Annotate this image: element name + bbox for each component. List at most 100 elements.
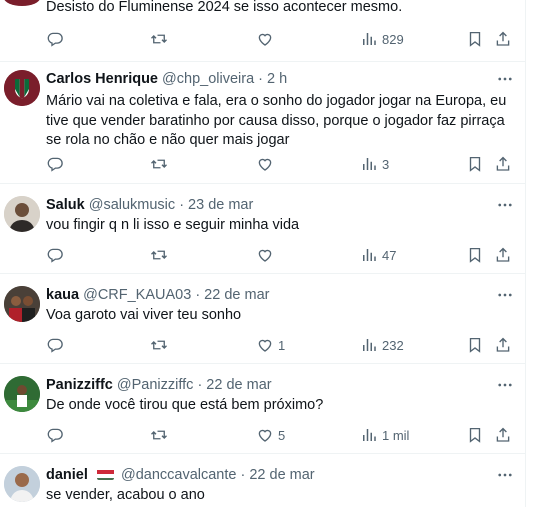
bookmark-button[interactable]: [466, 425, 484, 445]
avatar[interactable]: [4, 466, 40, 502]
username[interactable]: @salukmusic: [89, 197, 175, 213]
views-button[interactable]: 232: [360, 335, 404, 355]
like-button[interactable]: [256, 29, 274, 49]
timestamp[interactable]: · 22 de mar: [195, 287, 269, 303]
more-icon: [498, 203, 512, 207]
avatar[interactable]: [4, 376, 40, 412]
share-icon: [496, 337, 510, 352]
username[interactable]: @CRF_KAUA03: [83, 287, 191, 303]
views-icon: [363, 429, 376, 441]
heart-icon: [258, 249, 272, 262]
tweet-text: se vender, acabou o ano: [46, 487, 205, 503]
share-button[interactable]: [494, 29, 512, 49]
views-button[interactable]: 47: [360, 245, 396, 265]
more-icon: [498, 473, 512, 477]
more-button[interactable]: [496, 196, 514, 214]
tweet-3[interactable]: kaua @CRF_KAUA03 · 22 de mar Voa garoto …: [0, 274, 525, 364]
share-icon: [496, 247, 510, 262]
tweet-5[interactable]: daniel @danccavalcante · 22 de mar se ve…: [0, 454, 525, 507]
avatar[interactable]: [4, 196, 40, 232]
bookmark-icon: [469, 156, 481, 172]
views-button[interactable]: 3: [360, 154, 389, 174]
display-name[interactable]: Panizziffc: [46, 377, 113, 393]
timestamp[interactable]: · 22 de mar: [240, 467, 314, 483]
tweet-header: daniel @danccavalcante · 22 de mar: [46, 465, 315, 485]
hungary-flag-icon: [96, 468, 114, 480]
views-button[interactable]: 1 mil: [360, 425, 409, 445]
reply-button[interactable]: [46, 335, 64, 355]
like-button[interactable]: [256, 245, 274, 265]
reply-button[interactable]: [46, 245, 64, 265]
more-icon: [498, 293, 512, 297]
timestamp[interactable]: · 22 de mar: [197, 377, 271, 393]
reply-button[interactable]: [46, 154, 64, 174]
tweet-4[interactable]: Panizziffc @Panizziffc · 22 de mar De on…: [0, 364, 525, 454]
tweet-1[interactable]: Carlos Henrique @chp_oliveira · 2 h Mári…: [0, 62, 525, 184]
views-button[interactable]: 829: [360, 29, 404, 49]
bookmark-button[interactable]: [466, 154, 484, 174]
tweet-actions: 5 1 mil: [0, 425, 525, 445]
user-photo-icon: [4, 376, 40, 412]
avatar[interactable]: [4, 0, 40, 6]
retweet-button[interactable]: [150, 425, 168, 445]
views-count: 47: [382, 247, 397, 263]
views-count: 829: [382, 31, 404, 47]
avatar[interactable]: [4, 286, 40, 322]
like-button[interactable]: 1: [256, 335, 285, 355]
retweet-button[interactable]: [150, 29, 168, 49]
like-button[interactable]: [256, 154, 274, 174]
tweet-header: Panizziffc @Panizziffc · 22 de mar: [46, 375, 272, 395]
username[interactable]: @chp_oliveira: [162, 71, 254, 87]
bookmark-icon: [469, 427, 481, 443]
share-button[interactable]: [494, 154, 512, 174]
display-name[interactable]: daniel: [46, 467, 88, 483]
views-count: 232: [382, 337, 404, 353]
views-icon: [363, 158, 376, 170]
user-photo-icon: [4, 286, 40, 322]
views-icon: [363, 33, 376, 45]
share-button[interactable]: [494, 425, 512, 445]
username[interactable]: @Panizziffc: [117, 377, 194, 393]
retweet-icon: [151, 159, 167, 169]
share-button[interactable]: [494, 335, 512, 355]
bookmark-button[interactable]: [466, 245, 484, 265]
tweet-actions: 47: [0, 245, 525, 265]
display-name[interactable]: Saluk: [46, 197, 85, 213]
tweet-0[interactable]: Desisto do Fluminense 2024 se isso acont…: [0, 0, 525, 62]
tweet-text: Voa garoto vai viver teu sonho: [46, 307, 242, 323]
retweet-button[interactable]: [150, 154, 168, 174]
retweet-button[interactable]: [150, 335, 168, 355]
reply-icon: [47, 428, 63, 443]
heart-icon: [258, 339, 272, 352]
more-button[interactable]: [496, 286, 514, 304]
heart-icon: [258, 33, 272, 46]
like-button[interactable]: 5: [256, 425, 285, 445]
more-icon: [498, 383, 512, 387]
views-count: 1 mil: [382, 427, 410, 443]
reply-button[interactable]: [46, 29, 64, 49]
likes-count: 5: [278, 427, 286, 443]
tweet-header: kaua @CRF_KAUA03 · 22 de mar: [46, 285, 269, 305]
views-count: 3: [382, 156, 390, 172]
share-button[interactable]: [494, 245, 512, 265]
reply-icon: [47, 338, 63, 353]
timestamp[interactable]: · 2 h: [258, 71, 287, 87]
bookmark-button[interactable]: [466, 29, 484, 49]
more-icon: [498, 77, 512, 81]
display-name[interactable]: Carlos Henrique: [46, 71, 158, 87]
more-button[interactable]: [496, 70, 514, 88]
timestamp[interactable]: · 23 de mar: [179, 197, 253, 213]
tweet-text: Mário vai na coletiva e fala, era o sonh…: [46, 93, 507, 148]
reply-button[interactable]: [46, 425, 64, 445]
display-name[interactable]: kaua: [46, 287, 79, 303]
more-button[interactable]: [496, 376, 514, 394]
bookmark-button[interactable]: [466, 335, 484, 355]
club-crest-icon: [4, 70, 40, 106]
share-icon: [496, 156, 510, 171]
username[interactable]: @danccavalcante: [121, 467, 236, 483]
tweet-2[interactable]: Saluk @salukmusic · 23 de mar vou fingir…: [0, 184, 525, 274]
retweet-button[interactable]: [150, 245, 168, 265]
user-photo-icon: [4, 196, 40, 232]
avatar[interactable]: [4, 70, 40, 106]
more-button[interactable]: [496, 466, 514, 484]
